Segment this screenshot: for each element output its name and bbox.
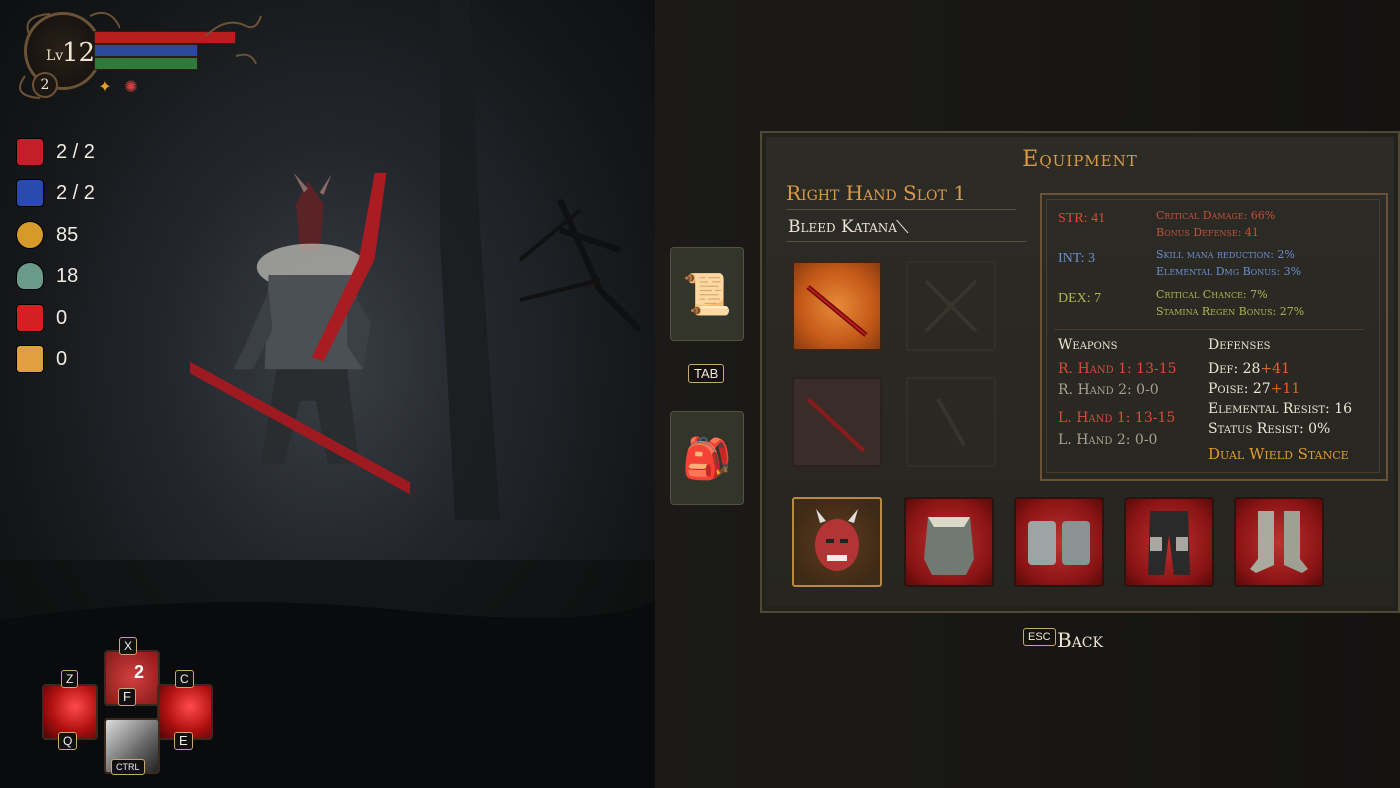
- sub-level-badge: 2: [32, 72, 58, 98]
- esc-key-hint: ESC: [1023, 628, 1056, 646]
- resource-souls: 18: [16, 262, 78, 290]
- red-gem-icon: [16, 304, 44, 332]
- tab-key-hint: TAB: [688, 364, 725, 383]
- defense-poise-value: Poise: 27: [1208, 381, 1271, 397]
- defense-poise: Poise: 27+11: [1208, 381, 1300, 397]
- key-ctrl: CTRL: [111, 759, 145, 775]
- buff-blood-icon: ✺: [124, 77, 138, 96]
- buff-claw-icon: ✦: [98, 77, 112, 96]
- oni-mask-icon: [815, 509, 859, 571]
- stat-dex-crit-chance: Critical Chance: 7%: [1156, 288, 1268, 301]
- bar-thorn-ornament-icon: [205, 15, 262, 65]
- left-hand-slot-2[interactable]: [906, 377, 996, 467]
- right-hand-slot-1[interactable]: [792, 261, 882, 351]
- legs-slot[interactable]: [1124, 497, 1214, 587]
- weapon-l-hand-2: L. Hand 2: 0-0: [1058, 432, 1158, 448]
- weapon-l-hand-1: L. Hand 1: 13-15: [1058, 410, 1176, 426]
- red-gem-count: 0: [56, 306, 68, 329]
- divider: [1054, 329, 1364, 330]
- defense-def-bonus: +41: [1260, 361, 1290, 377]
- mana-bar: [94, 44, 198, 57]
- hands-slot[interactable]: [1014, 497, 1104, 587]
- resource-scrolls: 0: [16, 345, 67, 373]
- game-scene: [0, 0, 655, 788]
- leg-armor-icon: [1148, 511, 1190, 575]
- back-button[interactable]: Back: [1057, 628, 1103, 652]
- equipment-panel: Equipment Right Hand Slot 1 Bleed Katana…: [760, 131, 1400, 613]
- coin-count: 85: [56, 223, 79, 246]
- tab-scroll-quests[interactable]: 📜: [670, 247, 744, 341]
- stat-str-crit-damage: Critical Damage: 66%: [1156, 209, 1276, 222]
- divider: [786, 241, 1026, 242]
- key-f: F: [118, 688, 136, 706]
- key-q: Q: [58, 732, 78, 750]
- mana-potion-count: 2 / 2: [56, 181, 95, 204]
- chest-armor-icon: [924, 517, 974, 575]
- defense-status-resist: Status Resist: 0%: [1208, 421, 1331, 437]
- equipment-title: Equipment: [1022, 147, 1138, 172]
- soul-icon: [16, 262, 44, 290]
- resource-red-gems: 0: [16, 304, 67, 332]
- resource-health-potions: 2 / 2: [16, 138, 95, 166]
- health-potion-count: 2 / 2: [56, 140, 95, 163]
- defenses-heading: Defenses: [1208, 337, 1271, 353]
- stat-dex-stamina-regen: Stamina Regen Bonus: 27%: [1156, 305, 1305, 318]
- mana-potion-icon: [16, 179, 44, 207]
- resource-mana-potions: 2 / 2: [16, 179, 95, 207]
- key-c: C: [175, 670, 194, 688]
- stamina-bar: [94, 57, 198, 70]
- katana-icon: ⟍: [896, 217, 909, 238]
- health-potion-icon: [16, 138, 44, 166]
- backpack-icon: 🎒: [682, 435, 732, 482]
- skill-potion-count: 2: [134, 662, 145, 682]
- defense-elemental-resist: Elemental Resist: 16: [1208, 401, 1353, 417]
- slot-title: Right Hand Slot 1: [786, 181, 966, 205]
- stat-int-skill-mana: Skill mana reduction: 2%: [1156, 248, 1295, 261]
- level-label: Lv: [46, 48, 64, 64]
- key-x: X: [119, 637, 138, 655]
- left-hand-slot-1[interactable]: [906, 261, 996, 351]
- player-character: [190, 172, 410, 495]
- level-value: 12: [62, 38, 96, 68]
- key-e: E: [174, 732, 193, 750]
- greaves-icon: [1250, 511, 1308, 573]
- resource-coins: 85: [16, 221, 78, 249]
- katana-silhouette-icon: [806, 397, 866, 453]
- defense-def-value: Def: 28: [1208, 361, 1261, 377]
- scroll-count: 0: [56, 347, 68, 370]
- scroll-icon: [16, 345, 44, 373]
- bleed-katana-icon: [806, 285, 868, 337]
- tab-backpack-inventory[interactable]: 🎒: [670, 411, 744, 505]
- chest-slot[interactable]: [904, 497, 994, 587]
- empty-slot-icon: [924, 279, 978, 333]
- gauntlets-icon: [1028, 521, 1090, 565]
- weapon-r-hand-2: R. Hand 2: 0-0: [1058, 382, 1159, 398]
- scroll-skull-icon: 📜: [682, 271, 732, 318]
- dual-wield-stance: Dual Wield Stance: [1208, 445, 1349, 463]
- coin-icon: [16, 221, 44, 249]
- defense-poise-bonus: +11: [1270, 381, 1301, 397]
- soul-count: 18: [56, 264, 79, 287]
- stat-int-elemental-dmg: Elemental Dmg Bonus: 3%: [1156, 265, 1302, 278]
- weapon-r-hand-1: R. Hand 1: 13-15: [1058, 361, 1177, 377]
- divider: [786, 209, 1016, 210]
- right-hand-slot-2[interactable]: [792, 377, 882, 467]
- empty-slot-icon: [936, 398, 966, 446]
- weapons-heading: Weapons: [1058, 337, 1118, 353]
- key-z: Z: [61, 670, 79, 688]
- stat-int: INT: 3: [1058, 251, 1096, 266]
- feet-slot[interactable]: [1234, 497, 1324, 587]
- stat-dex: DEX: 7: [1058, 291, 1102, 306]
- defense-def: Def: 28+41: [1208, 361, 1290, 377]
- item-name: Bleed Katana: [788, 217, 897, 237]
- head-slot[interactable]: [792, 497, 882, 587]
- stat-str-bonus-defense: Bonus Defense: 41: [1156, 226, 1259, 239]
- stat-str: STR: 41: [1058, 211, 1106, 226]
